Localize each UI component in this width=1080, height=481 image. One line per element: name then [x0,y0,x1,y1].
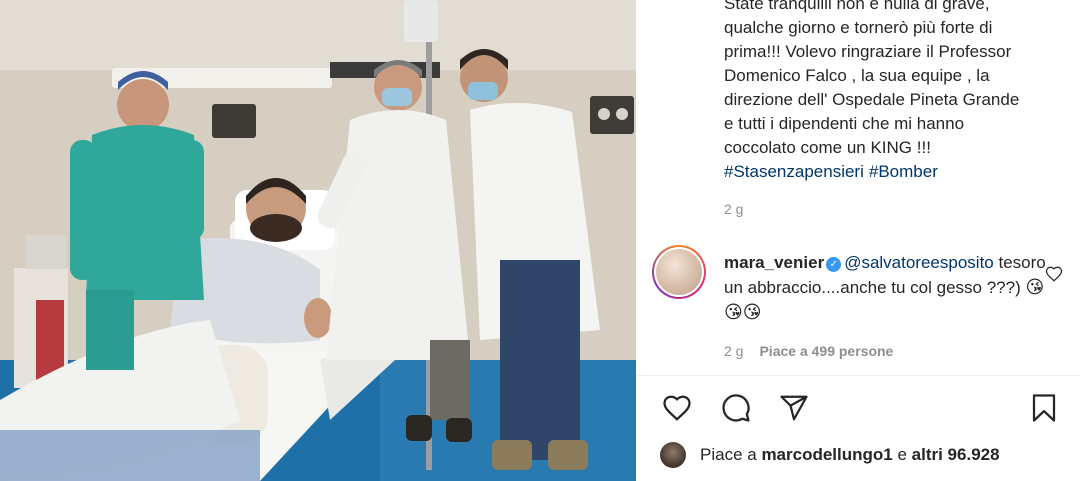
comment-mention[interactable]: @salvatoreesposito [844,253,994,272]
hashtag-link[interactable]: #Stasenzapensieri [724,162,864,181]
post-action-bar [636,388,1080,428]
caption-line: qualche giorno e tornerò più forte di [724,18,993,37]
caption-line: Domenico Falco , la sua equipe , la [724,66,990,85]
comment-text-block: mara_venier ✓ @salvatoreesposito tesoro un… [724,251,1054,325]
comment-icon [722,394,750,422]
caption-line: coccolato come un KING !!! [724,138,931,157]
caption-hashtags: #Stasenzapensieri #Bomber [724,160,1064,184]
likes-summary: Piace a marcodellungo1 e altri 96.928 [660,441,1000,469]
commenter-avatar[interactable] [652,245,706,299]
caption-line: State tranquilli non è nulla di grave, [724,0,990,13]
comment-meta: 2 g Piace a 499 persone [724,343,893,359]
save-button[interactable] [1024,388,1064,428]
like-button[interactable] [657,388,697,428]
post-sidebar: State tranquilli non è nulla di grave, q… [636,0,1080,481]
comment-username[interactable]: mara_venier [724,253,824,272]
caption-line: e tutti i dipendenti che mi hanno [724,114,965,133]
share-icon [780,395,808,421]
likes-middle: e [892,445,912,464]
caption-line: prima!!! Volevo ringraziare il Professor [724,42,1012,61]
heart-icon [663,395,691,421]
post-caption: State tranquilli non è nulla di grave, q… [724,0,1064,184]
comment-timestamp[interactable]: 2 g [724,343,743,359]
liker-username[interactable]: marcodellungo1 [761,445,892,465]
likes-prefix: Piace a [700,445,762,464]
liker-avatar[interactable] [660,442,686,468]
post-photo[interactable] [0,0,636,481]
section-divider [636,375,1080,376]
comment-likes-count[interactable]: Piace a 499 persone [759,343,893,359]
verified-badge-icon: ✓ [826,257,842,272]
likes-others-count[interactable]: altri 96.928 [912,445,1000,465]
comment-button[interactable] [716,388,756,428]
hashtag-link[interactable]: #Bomber [869,162,938,181]
caption-timestamp[interactable]: 2 g [724,201,743,217]
caption-line: direzione dell' Ospedale Pineta Grande [724,90,1020,109]
comment-like-heart-icon[interactable] [1045,265,1063,283]
bookmark-icon [1032,394,1056,422]
share-button[interactable] [774,388,814,428]
hospital-room-photo [0,0,636,481]
